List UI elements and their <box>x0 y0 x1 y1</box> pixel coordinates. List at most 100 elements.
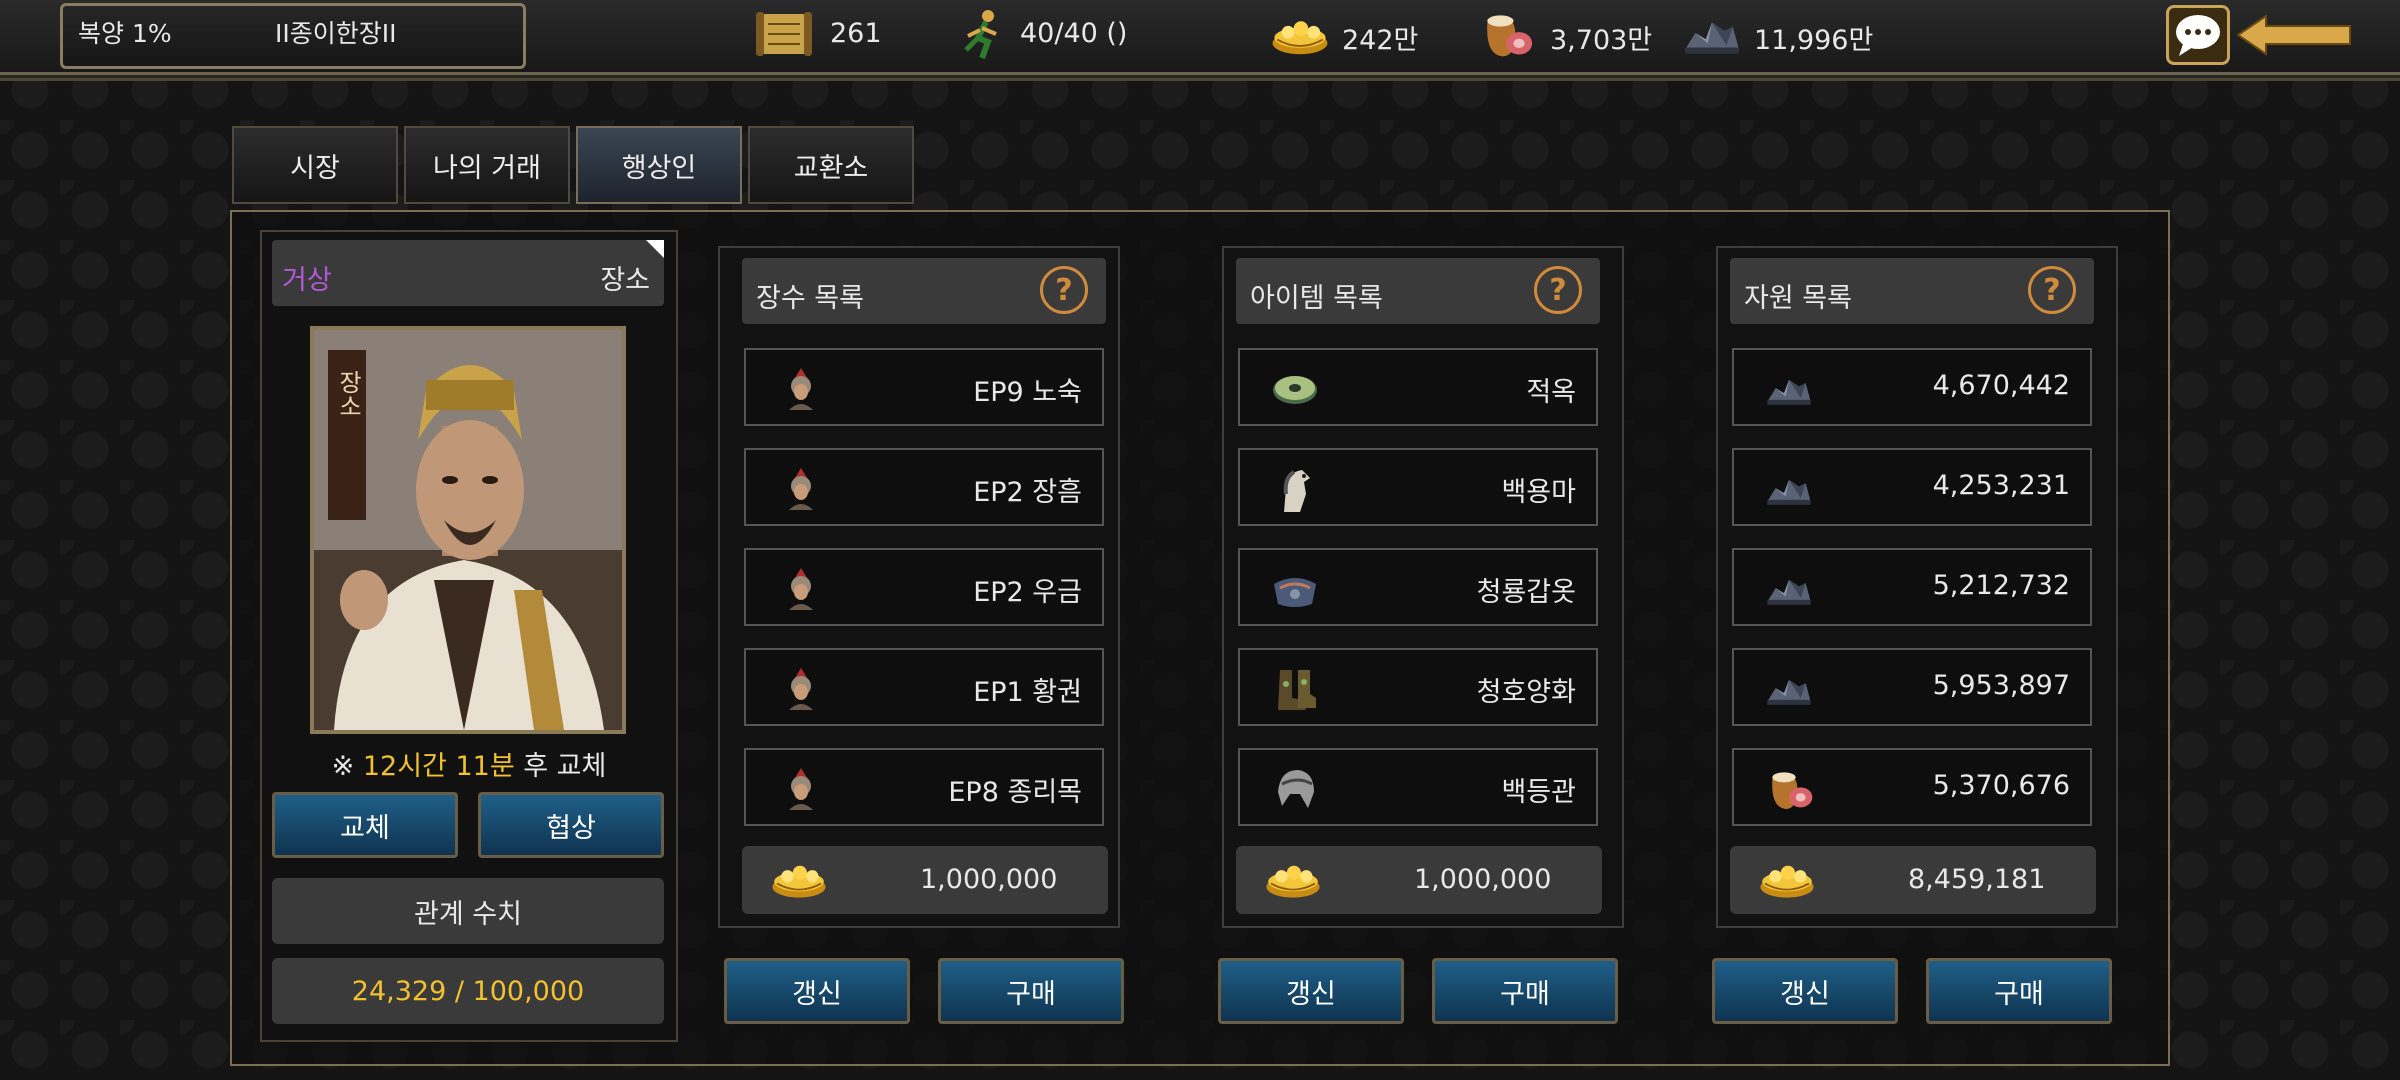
general-icon <box>776 664 826 714</box>
item-row-label: 청룡갑옷 <box>1476 577 1576 608</box>
item-price: 1,000,000 <box>1414 864 1552 895</box>
resource-refresh-button[interactable]: 갱신 <box>1712 958 1898 1024</box>
chat-button[interactable] <box>2166 5 2230 65</box>
resource-food-value: 3,703만 <box>1550 25 1653 56</box>
resource-row-label: 5,212,732 <box>1932 570 2070 601</box>
tab-exchange[interactable]: 교환소 <box>748 126 914 204</box>
iron-ore-icon <box>1764 564 1814 614</box>
relation-value: 24,329 / 100,000 <box>272 958 664 1024</box>
player-name: II종이한장II <box>275 19 397 48</box>
iron-ore-icon <box>1764 364 1814 414</box>
general-row[interactable]: EP2 장흠 <box>744 448 1104 526</box>
timer-value: 12시간 11분 <box>362 751 515 782</box>
tab-market[interactable]: 시장 <box>232 126 398 204</box>
resource-row-label: 5,953,897 <box>1932 670 2070 701</box>
server-rate: 복양 1% <box>78 19 172 48</box>
armor-icon <box>1274 578 1316 607</box>
food-sack-icon <box>1476 6 1540 62</box>
replace-timer: ※ 12시간 11분 후 교체 <box>260 744 678 783</box>
resource-scroll-value: 261 <box>830 18 882 49</box>
merchant-portrait: 장소 <box>310 326 626 734</box>
general-icon <box>776 564 826 614</box>
resource-price-box: 8,459,181 <box>1730 846 2096 914</box>
general-price: 1,000,000 <box>920 864 1058 895</box>
resource-row[interactable]: 4,670,442 <box>1732 348 2092 426</box>
general-icon <box>776 764 826 814</box>
item-row-label: 적옥 <box>1526 377 1576 408</box>
item-refresh-button[interactable]: 갱신 <box>1218 958 1404 1024</box>
general-refresh-button[interactable]: 갱신 <box>724 958 910 1024</box>
merchant-grade: 거상 <box>282 265 332 296</box>
general-row[interactable]: EP8 종리목 <box>744 748 1104 826</box>
resource-row-label: 4,253,231 <box>1932 470 2070 501</box>
general-row-label: EP8 종리목 <box>948 777 1082 808</box>
resource-row[interactable]: 4,253,231 <box>1732 448 2092 526</box>
tab-peddler[interactable]: 행상인 <box>576 126 742 204</box>
boots-icon <box>1278 670 1316 710</box>
help-icon[interactable]: ? <box>2028 266 2076 314</box>
back-button[interactable] <box>2236 14 2352 56</box>
scroll-icon <box>752 6 816 62</box>
replace-button[interactable]: 교체 <box>272 792 458 858</box>
general-icon <box>776 464 826 514</box>
general-row-label: EP1 황권 <box>973 677 1082 708</box>
help-icon[interactable]: ? <box>1534 266 1582 314</box>
item-row[interactable]: 백등관 <box>1238 748 1598 826</box>
general-icon <box>776 364 826 414</box>
chat-bubble-icon <box>2176 15 2220 56</box>
resource-row[interactable]: 5,212,732 <box>1732 548 2092 626</box>
timer-prefix: ※ <box>331 751 363 782</box>
iron-ore-icon <box>1764 664 1814 714</box>
item-row-label: 청호양화 <box>1476 677 1576 708</box>
runner-icon <box>952 6 1016 62</box>
general-price-box: 1,000,000 <box>742 846 1108 914</box>
general-row-label: EP9 노숙 <box>973 377 1082 408</box>
resource-row[interactable]: 5,953,897 <box>1732 648 2092 726</box>
item-price-box: 1,000,000 <box>1236 846 1602 914</box>
item-row[interactable]: 백용마 <box>1238 448 1598 526</box>
timer-suffix: 후 교체 <box>514 751 607 782</box>
general-row[interactable]: EP2 우금 <box>744 548 1104 626</box>
resource-row[interactable]: 5,370,676 <box>1732 748 2092 826</box>
general-row-label: EP2 우금 <box>973 577 1082 608</box>
relation-label: 관계 수치 <box>272 878 664 944</box>
portrait-caption: 장소 <box>334 370 362 418</box>
item-row[interactable]: 청룡갑옷 <box>1238 548 1598 626</box>
gold-ingot-icon <box>771 864 827 899</box>
back-arrow-icon <box>2236 14 2351 56</box>
resource-price: 8,459,181 <box>1908 864 2046 895</box>
resource-iron-value: 11,996만 <box>1754 25 1874 56</box>
general-list-header: 장수 목록 ? <box>742 258 1106 324</box>
general-buy-button[interactable]: 구매 <box>938 958 1124 1024</box>
negotiate-button[interactable]: 협상 <box>478 792 664 858</box>
resource-gold-value: 242만 <box>1342 25 1419 56</box>
general-row-label: EP2 장흠 <box>973 477 1082 508</box>
help-icon[interactable]: ? <box>1040 266 1088 314</box>
item-row-label: 백등관 <box>1501 777 1576 808</box>
helmet-icon <box>1278 770 1314 808</box>
general-list-title: 장수 목록 <box>756 283 864 314</box>
item-list-title: 아이템 목록 <box>1250 283 1383 314</box>
tab-my-trades[interactable]: 나의 거래 <box>404 126 570 204</box>
gold-ingot-icon <box>1265 864 1321 899</box>
general-row[interactable]: EP9 노숙 <box>744 348 1104 426</box>
resource-list-header: 자원 목록 ? <box>1730 258 2094 324</box>
merchant-name: 장소 <box>600 265 650 296</box>
merchant-header: 거상 장소 <box>272 240 664 306</box>
horse-icon <box>1283 470 1310 512</box>
resource-row-label: 5,370,676 <box>1932 770 2070 801</box>
general-row[interactable]: EP1 황권 <box>744 648 1104 726</box>
corner-marker <box>646 240 664 258</box>
item-buy-button[interactable]: 구매 <box>1432 958 1618 1024</box>
resource-row-label: 4,670,442 <box>1932 370 2070 401</box>
iron-ore-icon <box>1680 6 1744 62</box>
resource-buy-button[interactable]: 구매 <box>1926 958 2112 1024</box>
resource-list-title: 자원 목록 <box>1744 283 1852 314</box>
item-list-header: 아이템 목록 ? <box>1236 258 1600 324</box>
food-sack-icon <box>1764 764 1814 814</box>
iron-ore-icon <box>1764 464 1814 514</box>
resource-stamina-value: 40/40 () <box>1020 18 1128 49</box>
item-row[interactable]: 청호양화 <box>1238 648 1598 726</box>
item-row[interactable]: 적옥 <box>1238 348 1598 426</box>
gold-ingot-icon <box>1268 6 1332 62</box>
